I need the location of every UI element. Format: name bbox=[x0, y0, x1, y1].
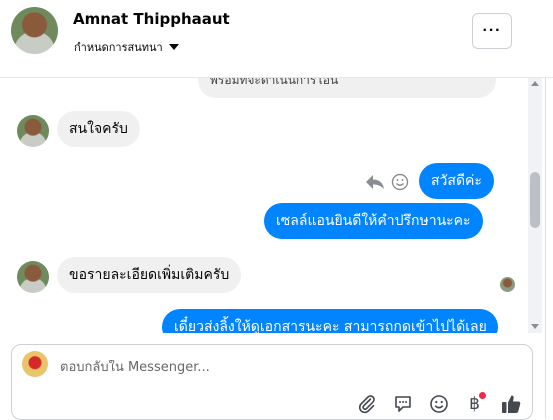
reply-input[interactable] bbox=[60, 360, 460, 375]
baht-icon[interactable]: ฿ bbox=[463, 392, 486, 415]
schedule-label: กำหนดการสนทนา bbox=[74, 41, 163, 54]
contact-name[interactable]: Amnat Thipphaaut bbox=[73, 10, 230, 28]
composer-area: ฿ bbox=[0, 334, 545, 420]
sender-avatar bbox=[17, 261, 49, 293]
message-bubble-incoming: ขอรายละเอียดเพิ่มเติมครับ bbox=[57, 257, 242, 293]
paperclip-icon[interactable] bbox=[355, 392, 378, 415]
message-actions bbox=[365, 173, 409, 191]
message-scrollbar[interactable] bbox=[528, 77, 542, 333]
message-bubble-outgoing: สวัสดีค่ะ bbox=[419, 163, 494, 199]
page-avatar bbox=[22, 351, 48, 377]
conversation-schedule-dropdown[interactable]: กำหนดการสนทนา bbox=[74, 38, 179, 56]
caret-down-icon bbox=[168, 44, 179, 50]
scroll-thumb[interactable] bbox=[530, 172, 540, 228]
message-thread: พร้อมที่จะดำเนินการโอน สนใจครับ สวัสดีค่… bbox=[0, 77, 528, 333]
sender-avatar bbox=[17, 115, 49, 147]
seen-avatar-indicator bbox=[500, 277, 515, 292]
reply-icon[interactable] bbox=[365, 174, 385, 190]
message-bubble-outgoing: เดี๋ยวส่งลิ้งให้ดูเอกสารนะคะ สามารถกดเข้… bbox=[162, 309, 498, 333]
chat-bubble-icon[interactable] bbox=[391, 392, 414, 415]
conversation-header: Amnat Thipphaaut กำหนดการสนทนา ··· bbox=[0, 0, 553, 78]
composer-toolbar: ฿ bbox=[355, 392, 522, 415]
more-options-button[interactable]: ··· bbox=[472, 13, 512, 49]
emoji-icon[interactable] bbox=[427, 392, 450, 415]
message-bubble-outgoing: เซลล์แอนยินดีให้คำปรึกษานะคะ bbox=[264, 203, 483, 239]
message-bubble-incoming-partial: พร้อมที่จะดำเนินการโอน bbox=[198, 77, 496, 98]
message-bubble-incoming: สนใจครับ bbox=[57, 111, 140, 147]
contact-avatar[interactable] bbox=[11, 7, 58, 54]
notification-dot bbox=[479, 392, 486, 399]
reply-composer[interactable]: ฿ bbox=[11, 344, 533, 420]
thumbs-up-icon[interactable] bbox=[499, 392, 522, 415]
scroll-down-arrow-icon[interactable] bbox=[531, 324, 539, 329]
smiley-icon[interactable] bbox=[391, 173, 409, 191]
scroll-up-arrow-icon[interactable] bbox=[531, 81, 539, 86]
